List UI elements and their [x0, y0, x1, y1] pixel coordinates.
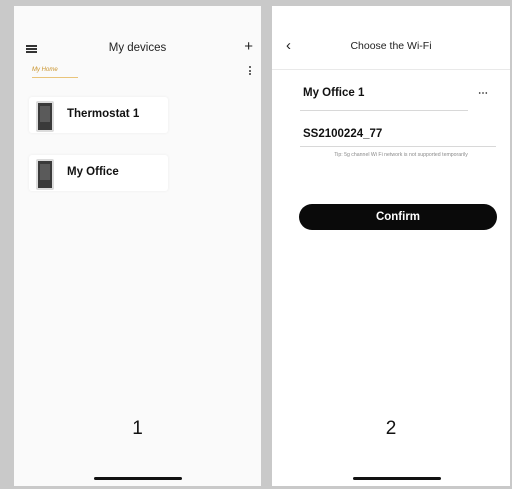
wifi-password-field[interactable]: SS2100224_77: [303, 128, 382, 140]
choose-wifi-screen: ‹ Choose the Wi-Fi My Office 1 ⋯ SS21002…: [272, 6, 510, 486]
device-card-thermostat-1[interactable]: Thermostat 1: [29, 97, 168, 133]
step-number: 1: [132, 418, 143, 439]
kebab-icon[interactable]: [249, 66, 252, 77]
wifi-name-underline: [300, 110, 468, 111]
confirm-button[interactable]: Confirm: [299, 204, 497, 230]
tip-text: Tip: 5g channel Wi Fi network is not sup…: [334, 152, 468, 158]
page-title: My devices: [108, 42, 167, 54]
step-number: 2: [385, 418, 397, 439]
home-indicator[interactable]: [94, 477, 182, 480]
thermostat-icon: [36, 101, 54, 132]
plus-icon[interactable]: +: [244, 38, 253, 56]
wifi-password-underline: [300, 146, 496, 147]
page-title: Choose the Wi-Fi: [350, 40, 432, 52]
device-name: Thermostat 1: [67, 108, 140, 120]
device-card-my-office[interactable]: My Office: [29, 155, 168, 191]
home-indicator[interactable]: [353, 477, 441, 480]
my-devices-screen: My devices + My Home Thermostat 1 My Off…: [14, 6, 261, 486]
home-selector-underline: [32, 77, 78, 78]
header: My devices +: [14, 34, 261, 64]
device-name: My Office: [67, 166, 119, 178]
home-selector[interactable]: My Home: [32, 67, 58, 73]
wifi-name-field[interactable]: My Office 1: [303, 87, 364, 99]
more-icon[interactable]: ⋯: [478, 88, 489, 99]
thermostat-icon: [36, 159, 54, 190]
header-divider: [272, 69, 510, 70]
